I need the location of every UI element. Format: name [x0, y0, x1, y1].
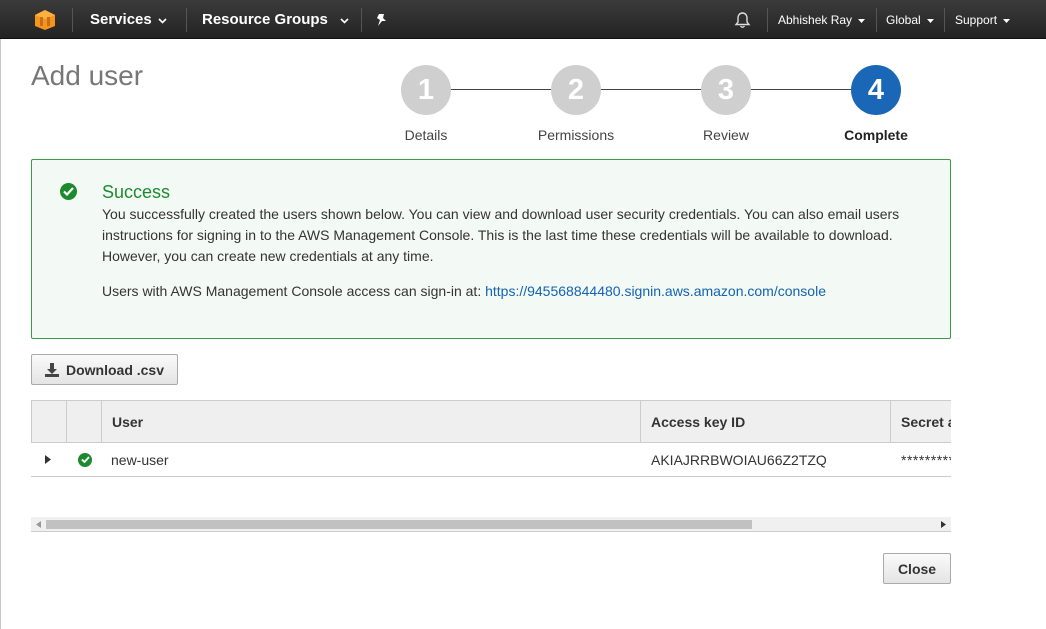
download-label: Download .csv [65, 361, 165, 378]
secret-key-cell: ********** [901, 451, 951, 468]
horizontal-scrollbar[interactable] [31, 517, 951, 532]
resource-groups-menu[interactable]: Resource Groups [202, 0, 349, 39]
expand-row-icon[interactable] [45, 443, 51, 476]
aws-logo-icon[interactable] [34, 0, 56, 39]
download-icon [44, 362, 59, 377]
users-table: User Access key ID Secret a new-user AKI… [31, 400, 951, 477]
expand-column-header [31, 401, 67, 442]
window-border [0, 0, 1, 629]
success-alert: Success You successfully created the use… [31, 159, 951, 339]
account-menu[interactable]: Abhishek Ray [778, 0, 866, 39]
chevron-down-icon [1003, 13, 1011, 27]
scroll-right-arrow-icon[interactable] [936, 517, 951, 532]
account-name: Abhishek Ray [778, 12, 853, 27]
success-title: Success [102, 182, 171, 202]
pin-icon[interactable] [374, 0, 388, 39]
chevron-down-icon [158, 11, 167, 28]
console-signin-link[interactable]: https://945568844480.signin.aws.amazon.c… [485, 283, 826, 299]
status-column-header [66, 401, 102, 442]
success-message: You successfully created the users shown… [102, 206, 900, 264]
download-csv-button[interactable]: Download .csv [31, 354, 178, 385]
step-connector [450, 89, 551, 90]
step-4-circle: 4 [851, 65, 901, 115]
step-1-label: Details [404, 127, 448, 143]
column-header-secret-access-key[interactable]: Secret a [890, 401, 951, 442]
resource-groups-label: Resource Groups [202, 11, 328, 28]
services-menu[interactable]: Services [90, 0, 167, 39]
chevron-down-icon [858, 13, 866, 27]
column-header-access-key-id[interactable]: Access key ID [640, 401, 890, 442]
scroll-left-arrow-icon[interactable] [31, 517, 46, 532]
step-1-circle: 1 [401, 65, 451, 115]
step-3-label: Review [703, 127, 749, 143]
step-2-circle: 2 [551, 65, 601, 115]
column-header-user[interactable]: User [101, 401, 641, 442]
support-label: Support [955, 12, 998, 27]
support-menu[interactable]: Support [955, 0, 1011, 39]
access-key-id-cell: AKIAJRRBWOIAU66Z2TZQ [651, 451, 827, 468]
step-connector [750, 89, 851, 90]
scrollbar-thumb[interactable] [46, 520, 752, 529]
row-status [78, 443, 92, 476]
step-3-circle: 3 [701, 65, 751, 115]
user-name-cell: new-user [111, 451, 169, 468]
table-row: new-user AKIAJRRBWOIAU66Z2TZQ ********** [31, 443, 951, 477]
signin-info: Users with AWS Management Console access… [102, 283, 826, 299]
region-label: Global [886, 12, 921, 27]
region-menu[interactable]: Global [886, 0, 934, 39]
step-connector [600, 89, 701, 90]
check-circle-icon [78, 452, 92, 467]
bell-icon[interactable] [734, 0, 751, 39]
table-header: User Access key ID Secret a [31, 400, 951, 443]
chevron-down-icon [926, 13, 934, 27]
top-navigation-bar: Services Resource Groups Abhishek Ray Gl… [0, 0, 1046, 39]
close-button[interactable]: Close [883, 553, 951, 584]
check-circle-icon [60, 183, 77, 200]
signin-prefix: Users with AWS Management Console access… [102, 283, 486, 299]
step-2-label: Permissions [537, 127, 615, 143]
chevron-down-icon [340, 11, 349, 28]
step-4-label: Complete [844, 127, 908, 143]
page-title: Add user [31, 60, 144, 91]
services-label: Services [90, 11, 152, 28]
